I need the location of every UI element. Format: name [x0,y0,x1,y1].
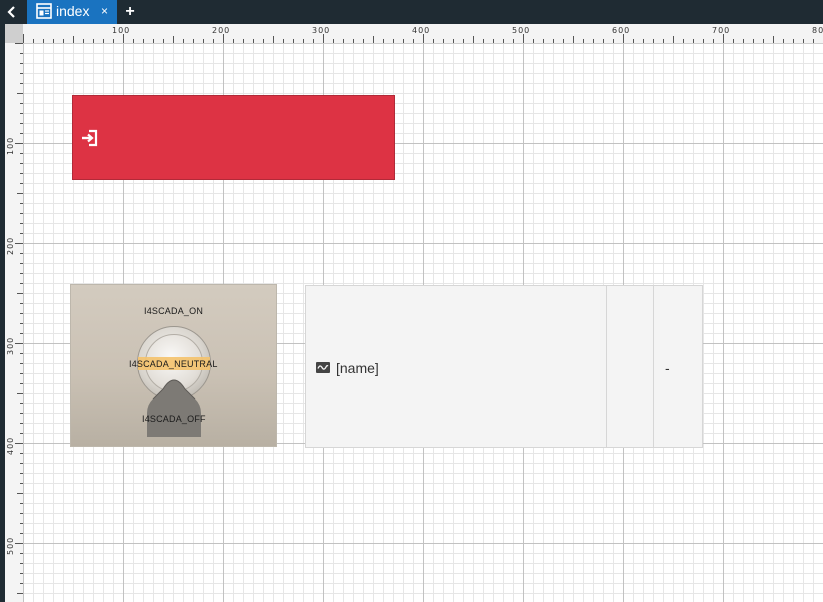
ruler-top: 100 200 300 400 500 600 700 80 [23,24,823,44]
login-widget[interactable] [72,95,395,180]
switch-label-off[interactable]: I4SCADA_OFF [142,414,206,425]
ruler-left-label: 500 [6,537,15,555]
ruler-left-label: 400 [6,437,15,455]
signal-value-widget[interactable]: [name] - [305,285,703,448]
sign-in-icon [82,129,98,147]
tab-index[interactable]: index × [27,0,117,24]
ruler-top-label: 500 [512,26,530,35]
ruler-corner [5,24,23,43]
tab-label: index [56,3,90,19]
signal-name: [name] [336,360,379,376]
ruler-left-label: 300 [6,337,15,355]
ruler-top-label: 80 [812,26,823,35]
signal-unit-cell [606,286,653,447]
switch-handle-icon [147,379,201,437]
back-button[interactable] [0,0,24,24]
signal-wave-icon [316,362,330,373]
ruler-left: 100 200 300 400 500 [5,43,24,602]
chevron-left-icon [7,6,15,18]
signal-value-cell: - [653,286,702,447]
tab-close-button[interactable]: × [101,4,108,18]
ruler-left-label: 100 [6,137,15,155]
page-layout-icon [36,3,52,19]
add-tab-button[interactable]: + [120,0,140,24]
tab-bar: index × + [0,0,823,24]
ruler-top-label: 700 [712,26,730,35]
ruler-top-label: 300 [312,26,330,35]
ruler-top-label: 400 [412,26,430,35]
ruler-top-label: 100 [112,26,130,35]
rotary-switch-widget[interactable]: I4SCADA_ON I4SCADA_NEUTRAL I4SCADA_OFF [70,284,277,447]
ruler-left-label: 200 [6,237,15,255]
switch-label-on[interactable]: I4SCADA_ON [144,306,203,317]
switch-label-neutral[interactable]: I4SCADA_NEUTRAL [129,359,218,370]
ruler-top-label: 200 [212,26,230,35]
signal-value: - [665,360,670,376]
ruler-top-label: 600 [612,26,630,35]
